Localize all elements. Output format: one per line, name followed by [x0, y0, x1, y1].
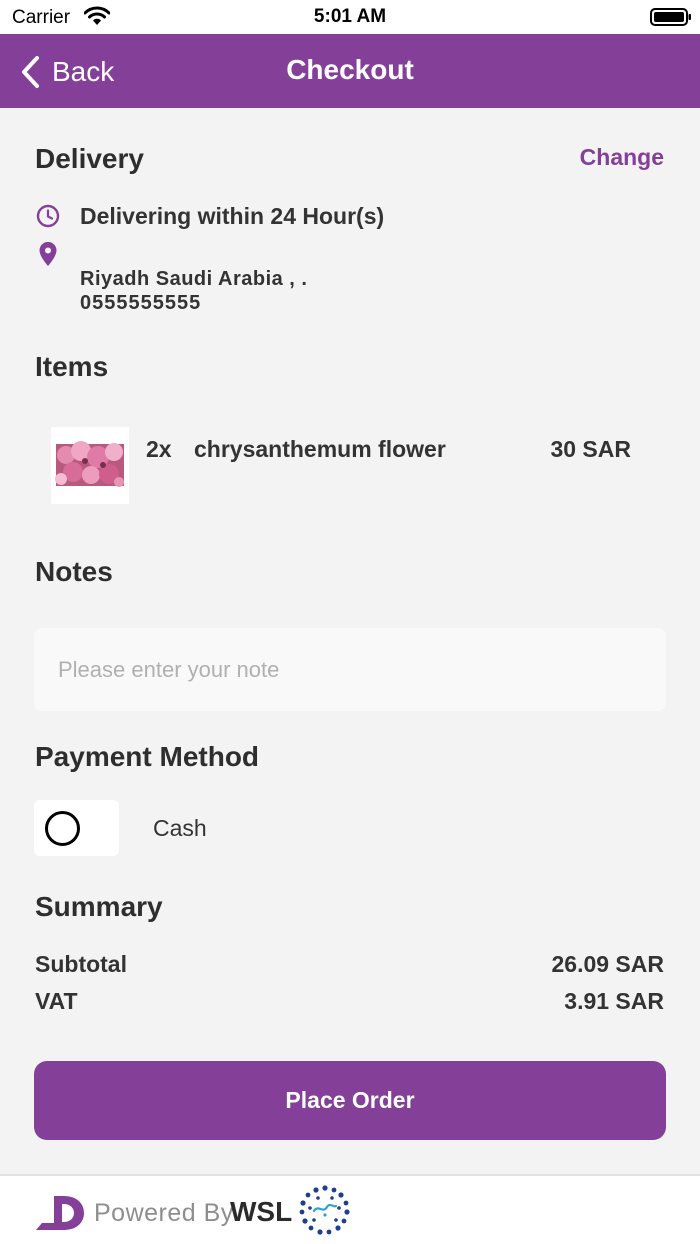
item-thumbnail: [51, 427, 129, 504]
status-time: 5:01 AM: [313, 6, 387, 27]
delivery-address: Riyadh Saudi Arabia , .: [80, 268, 308, 290]
delivery-phone: 0555555555: [80, 292, 202, 314]
item-price: 30 SAR: [550, 436, 631, 462]
payment-heading: Payment Method: [35, 741, 260, 772]
location-pin-icon: [39, 242, 57, 266]
wsl-brand-label: WSL: [230, 1196, 293, 1227]
notes-input[interactable]: [34, 628, 666, 711]
vat-label: VAT: [35, 988, 78, 1014]
clock-icon: [36, 204, 60, 228]
delivery-time-text: Delivering within 24 Hour(s): [80, 203, 385, 229]
status-bar: Carrier 5:01 AM: [0, 0, 700, 34]
battery-icon: [650, 8, 691, 26]
radio-icon: [45, 811, 80, 846]
powered-by-label: Powered By: [94, 1199, 234, 1227]
payment-cash-radio[interactable]: [34, 800, 119, 856]
change-delivery-link[interactable]: Change: [580, 144, 664, 171]
vat-value: 3.91 SAR: [564, 988, 664, 1014]
powered-logo-icon: [36, 1196, 84, 1230]
place-order-button[interactable]: Place Order: [34, 1061, 666, 1140]
summary-heading: Summary: [35, 891, 163, 922]
wsl-seal-icon: [299, 1185, 350, 1235]
delivery-heading: Delivery: [35, 143, 144, 174]
payment-cash-label: Cash: [153, 815, 207, 841]
subtotal-value: 26.09 SAR: [551, 951, 664, 977]
notes-heading: Notes: [35, 556, 113, 587]
subtotal-label: Subtotal: [35, 951, 127, 977]
page-title: Checkout: [286, 54, 414, 85]
footer: Powered By WSL: [0, 1174, 700, 1244]
item-name: chrysanthemum flower: [194, 436, 446, 462]
item-quantity: 2x: [146, 436, 172, 462]
nav-bar: Back Checkout: [0, 34, 700, 108]
items-heading: Items: [35, 351, 109, 382]
